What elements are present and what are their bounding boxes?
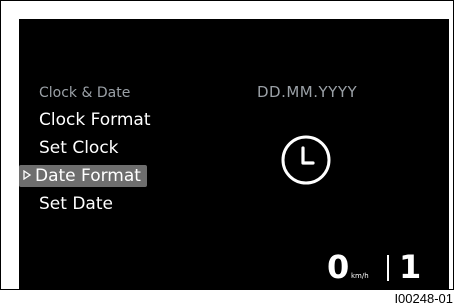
speed-unit: km/h (351, 272, 369, 280)
menu-item-clock-format[interactable]: Clock Format (39, 109, 151, 131)
speed-gear-indicator: 0 km/h 1 (327, 249, 443, 283)
gear-value: 1 (399, 248, 422, 286)
date-format-preview: DD.MM.YYYY (257, 83, 358, 101)
speed-gear-divider (387, 255, 389, 281)
menu-item-date-format[interactable]: Date Format (19, 165, 147, 187)
figure-id: I00248-01 (394, 291, 453, 306)
speed-value: 0 (327, 248, 350, 286)
figure-frame: Clock & Date Clock Format Set Clock Date… (0, 0, 454, 290)
display-screen: Clock & Date Clock Format Set Clock Date… (19, 19, 449, 289)
menu-item-set-clock[interactable]: Set Clock (39, 137, 119, 159)
menu-item-label: Date Format (35, 166, 141, 186)
chevron-right-outline-icon (23, 165, 33, 187)
menu-header: Clock & Date (39, 85, 131, 101)
clock-icon (281, 135, 331, 185)
menu-item-set-date[interactable]: Set Date (39, 193, 113, 215)
